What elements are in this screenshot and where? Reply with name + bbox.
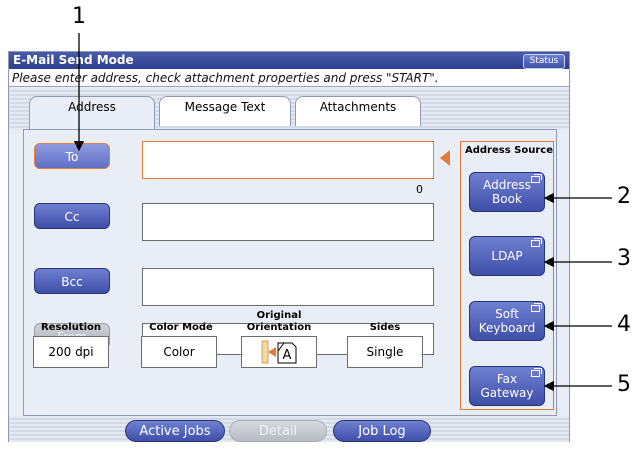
fax-gateway-label-2: Gateway (480, 386, 534, 400)
tab-message-text[interactable]: Message Text (159, 96, 291, 126)
callout-1: 1 (72, 4, 86, 29)
window-icon (531, 368, 542, 377)
address-source-panel: Address Source Address Book LDAP Soft Keyb… (460, 141, 554, 410)
tab-attachments[interactable]: Attachments (295, 96, 421, 126)
cc-button[interactable]: Cc (34, 203, 110, 229)
window-title: E-Mail Send Mode (9, 52, 569, 69)
soft-keyboard-label-1: Soft (495, 307, 519, 321)
svg-text:A: A (283, 348, 292, 363)
fax-gateway-label-1: Fax (496, 372, 518, 386)
email-send-panel: E-Mail Send Mode Status Please enter add… (8, 51, 570, 442)
color-mode-label: Color Mode (149, 322, 213, 333)
soft-keyboard-button[interactable]: Soft Keyboard (469, 301, 545, 341)
callout-5: 5 (617, 372, 631, 397)
job-log-button[interactable]: Job Log (333, 420, 431, 442)
active-jobs-button[interactable]: Active Jobs (125, 420, 225, 442)
orientation-setting[interactable]: A (241, 336, 317, 368)
bcc-field[interactable] (142, 268, 434, 306)
soft-keyboard-label-2: Keyboard (478, 321, 536, 335)
resolution-setting[interactable]: 200 dpi (33, 336, 109, 368)
active-field-arrow-icon (440, 150, 450, 166)
color-mode-setting[interactable]: Color (141, 336, 217, 368)
address-book-label-2: Book (492, 192, 522, 206)
detail-button: Detail (229, 420, 327, 442)
window-icon (531, 303, 542, 312)
address-tab-content: To 0 Cc Bcc From Address Source AddressB… (23, 129, 557, 416)
cc-field[interactable] (142, 203, 434, 241)
ldap-label: LDAP (491, 249, 523, 263)
callout-3: 3 (617, 246, 631, 271)
to-counter: 0 (416, 183, 423, 196)
orientation-label-1: Original (256, 310, 302, 321)
window-icon (531, 174, 542, 183)
to-field[interactable] (142, 141, 434, 179)
orientation-label-2: Orientation (246, 322, 312, 333)
window-icon (531, 238, 542, 247)
status-button[interactable]: Status (523, 54, 565, 69)
address-source-title: Address Source (465, 145, 553, 156)
address-book-label-1: Address (483, 178, 531, 192)
address-book-button[interactable]: Address Book (469, 172, 545, 212)
callout-4: 4 (617, 312, 631, 337)
ldap-button[interactable]: LDAP (469, 236, 545, 276)
instruction-text: Please enter address, check attachment p… (9, 69, 569, 87)
sides-setting[interactable]: Single (347, 336, 423, 368)
orientation-label: Original Orientation (239, 310, 319, 334)
resolution-label: Resolution (40, 322, 102, 333)
tab-address[interactable]: Address (29, 96, 155, 130)
sides-label: Sides (369, 322, 401, 333)
fax-gateway-button[interactable]: Fax Gateway (469, 366, 545, 406)
orientation-document-icon: A (261, 340, 297, 364)
to-button[interactable]: To (34, 143, 110, 169)
bcc-button[interactable]: Bcc (34, 268, 110, 294)
callout-2: 2 (617, 184, 631, 209)
